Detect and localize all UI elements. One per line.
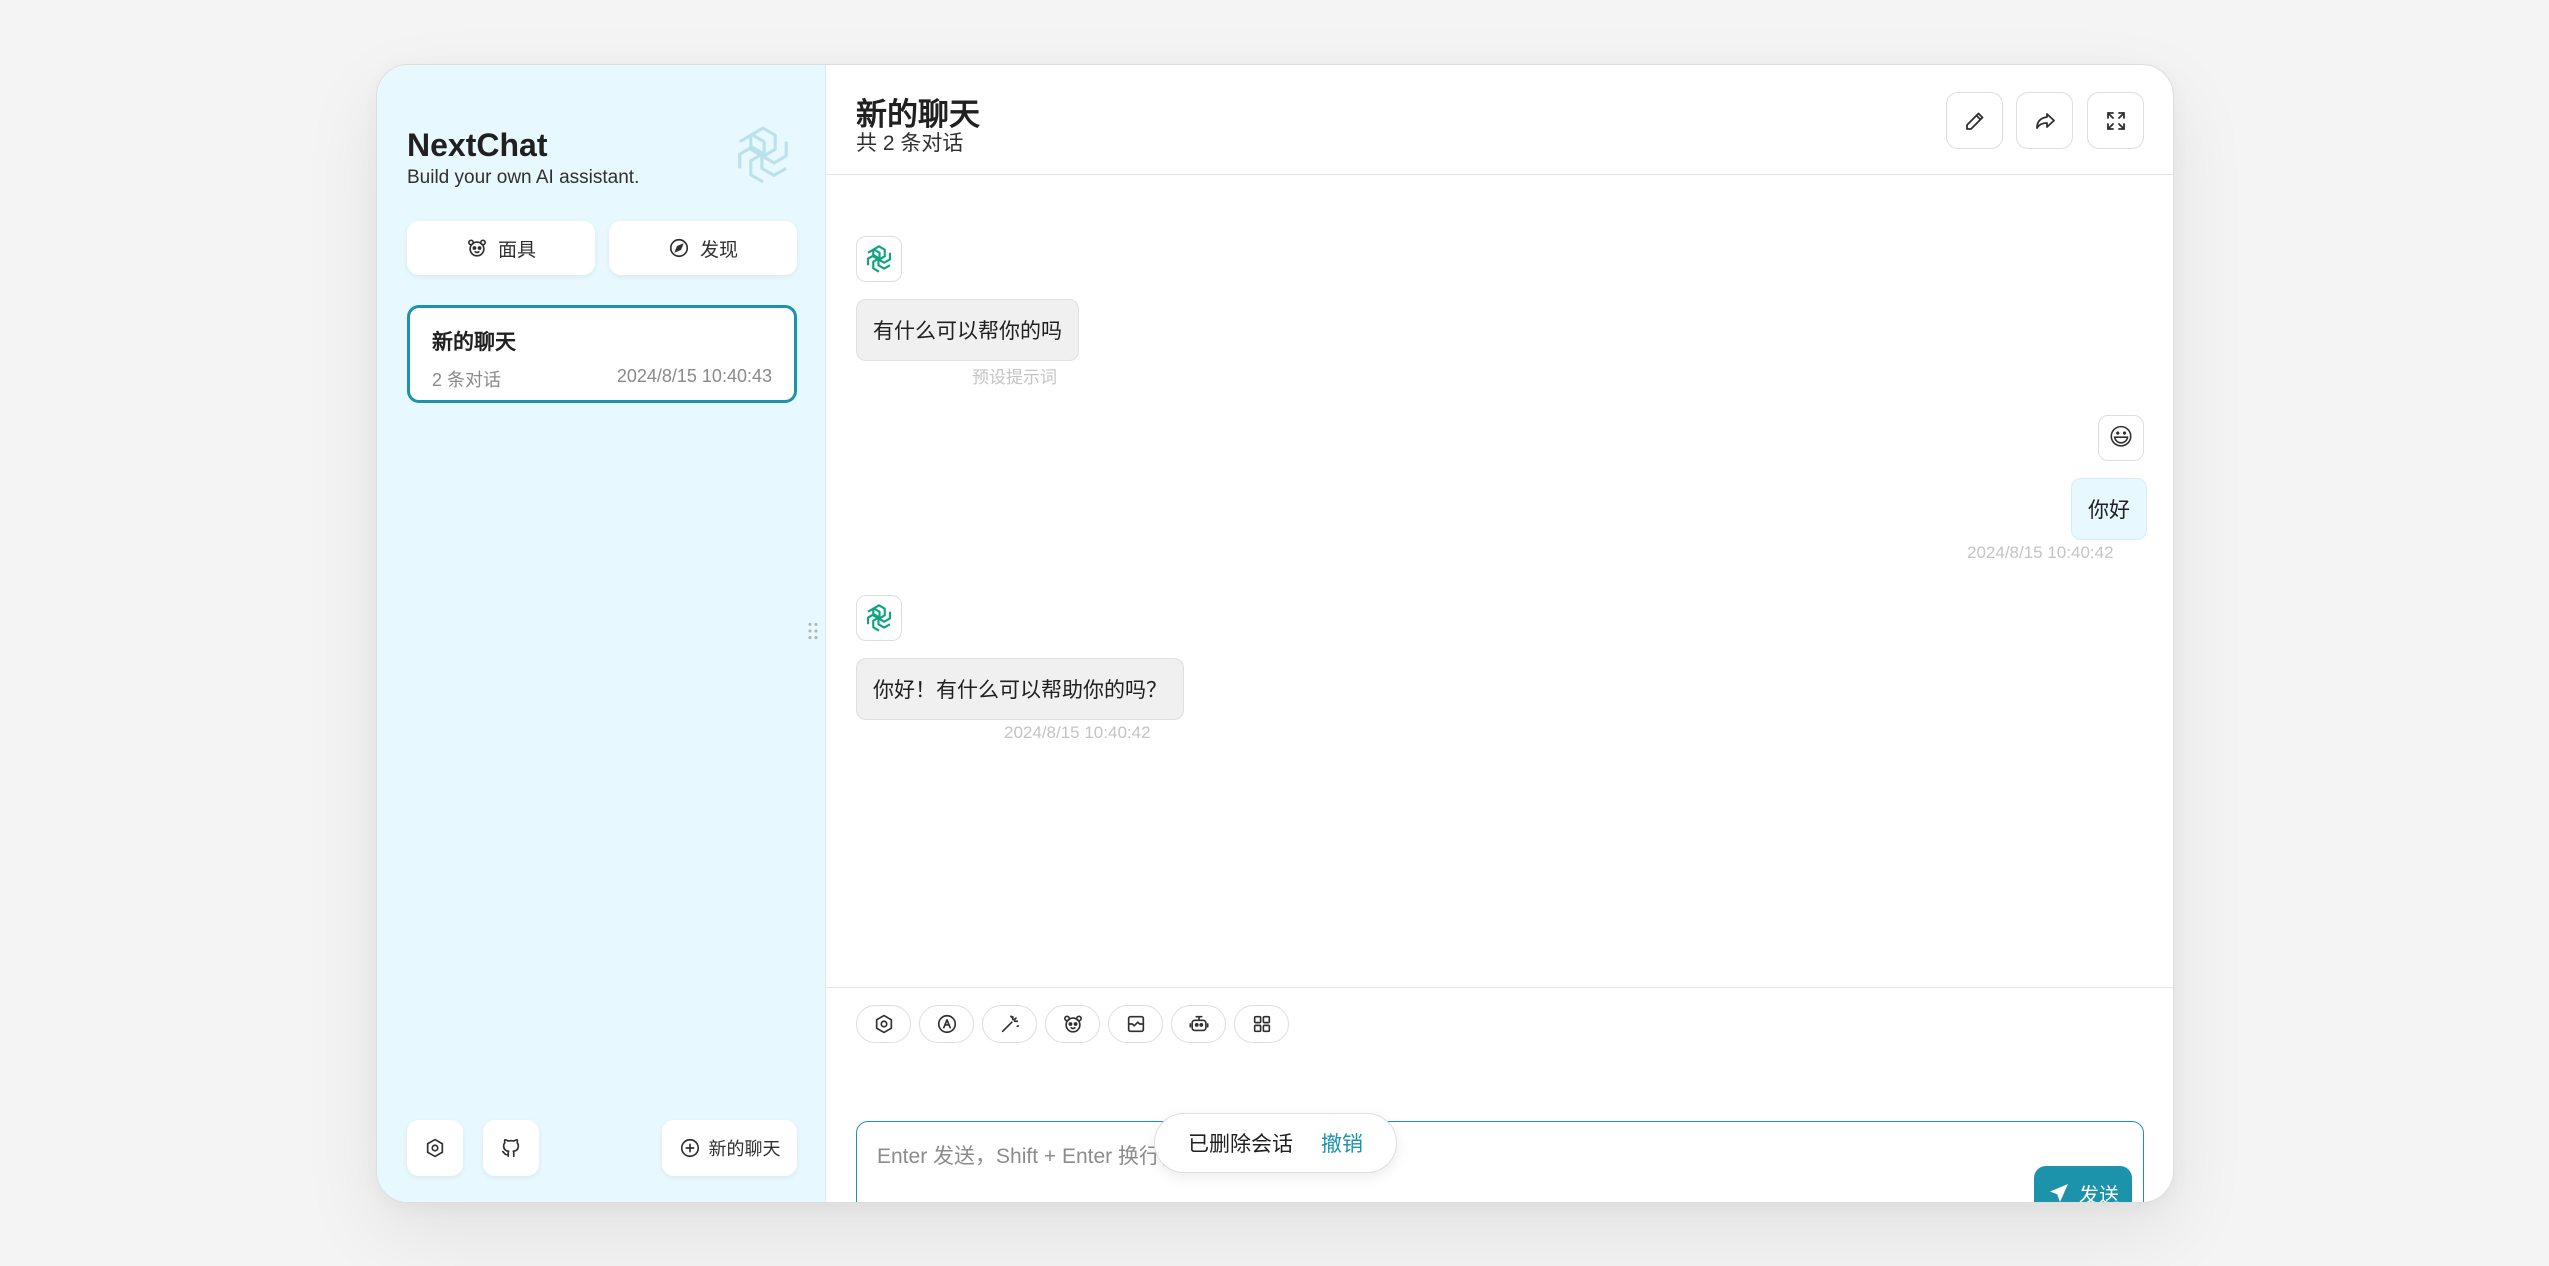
edit-button[interactable] [1946, 92, 2003, 149]
pencil-icon [1965, 112, 1983, 130]
sidebar-drag-handle-icon[interactable] [807, 621, 823, 645]
undo-button[interactable]: 撤销 [1321, 1128, 1363, 1158]
message-text: 有什么可以帮你的吗 [873, 320, 1062, 343]
chat-settings-button[interactable] [856, 1005, 911, 1043]
mask-action-button[interactable] [1045, 1005, 1100, 1043]
grid-icon [1253, 1015, 1270, 1033]
settings-icon [875, 1014, 892, 1034]
new-chat-label: 新的聊天 [708, 1139, 781, 1159]
send-icon [2050, 1184, 2068, 1202]
user-message[interactable]: 你好 [2071, 478, 2147, 540]
send-button[interactable]: 发送 [2034, 1166, 2132, 1203]
brand-title: NextChat [407, 127, 548, 163]
chat-item-title: 新的聊天 [432, 331, 516, 354]
app-window: NextChat Build your own AI assistant. 面具… [376, 64, 2174, 1203]
compass-icon [669, 238, 689, 258]
settings-icon [426, 1138, 444, 1158]
sidebar: NextChat Build your own AI assistant. 面具… [377, 65, 826, 1202]
mask-button[interactable]: 面具 [407, 221, 595, 275]
assistant-avatar [856, 236, 902, 282]
chat-header: 新的聊天 共 2 条对话 [826, 65, 2173, 175]
chat-input[interactable]: Enter 发送，Shift + Enter 换行，/ 触发补全，: 触发命令 … [856, 1121, 2144, 1203]
github-icon [501, 1138, 520, 1158]
theme-button[interactable] [919, 1005, 974, 1043]
share-button[interactable] [2016, 92, 2073, 149]
assistant-message[interactable]: 有什么可以帮你的吗 [856, 299, 1079, 361]
maximize-icon [2106, 111, 2125, 130]
discover-label: 发现 [699, 239, 738, 261]
mask-icon [468, 239, 486, 257]
openai-logo-icon [867, 245, 891, 273]
clear-context-button[interactable] [1108, 1005, 1163, 1043]
magic-wand-icon [1001, 1015, 1019, 1033]
new-chat-button[interactable]: 新的聊天 [662, 1120, 797, 1176]
message-text: 你好！有什么可以帮助你的吗？ [873, 679, 1167, 702]
message-timestamp: 2024/8/15 10:40:42 [1967, 543, 2114, 562]
assistant-message[interactable]: 你好！有什么可以帮助你的吗？ [856, 658, 1184, 720]
mask-icon [1063, 1015, 1082, 1033]
settings-button[interactable] [407, 1120, 463, 1176]
prompt-button[interactable] [982, 1005, 1037, 1043]
message-meta: 预设提示词 [972, 368, 1057, 387]
break-icon [1127, 1015, 1144, 1033]
chat-item-count: 2 条对话 [432, 370, 502, 390]
fullscreen-button[interactable] [2087, 92, 2144, 149]
mask-label: 面具 [497, 239, 536, 261]
message-text: 你好 [2088, 499, 2130, 522]
auto-theme-icon [937, 1014, 956, 1034]
discover-button[interactable]: 发现 [609, 221, 797, 275]
model-button[interactable] [1171, 1005, 1226, 1043]
toast-notification: 已删除会话 撤销 [1154, 1113, 1397, 1173]
brand-subtitle: Build your own AI assistant. [407, 167, 640, 188]
github-button[interactable] [483, 1120, 539, 1176]
chat-list-item[interactable]: 新的聊天 2 条对话 2024/8/15 10:40:43 [407, 305, 797, 403]
chat-item-date: 2024/8/15 10:40:43 [616, 366, 772, 386]
user-avatar: 😃 [2098, 415, 2144, 461]
smiley-emoji-icon: 😃 [2108, 424, 2134, 451]
share-icon [2035, 112, 2055, 129]
chat-subtitle: 共 2 条对话 [856, 132, 964, 155]
openai-logo-icon [738, 126, 788, 184]
plugin-button[interactable] [1234, 1005, 1289, 1043]
add-circle-icon [680, 1138, 699, 1158]
chat-main: 新的聊天 共 2 条对话 有什么可以帮你的吗 预设提示词 😃 你好 2024/8… [826, 65, 2173, 1202]
send-label: 发送 [2079, 1184, 2119, 1203]
openai-logo-icon [867, 604, 891, 632]
message-timestamp: 2024/8/15 10:40:42 [1004, 723, 1151, 742]
assistant-avatar [856, 595, 902, 641]
toast-message: 已删除会话 [1188, 1133, 1293, 1156]
robot-icon [1188, 1015, 1209, 1032]
